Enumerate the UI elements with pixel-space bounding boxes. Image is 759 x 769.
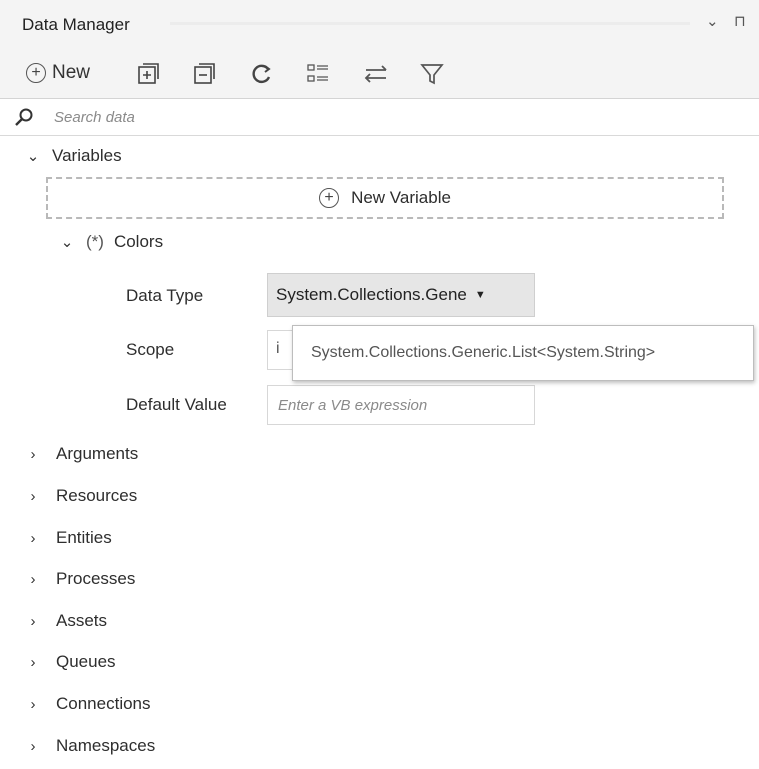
collapse-chevron-icon[interactable]: ⌄: [706, 12, 719, 30]
chevron-right-icon: ›: [30, 695, 36, 713]
data-type-value: System.Collections.Gene: [276, 285, 467, 304]
tree-node-variable-colors[interactable]: ⌄ (*) Colors: [58, 232, 163, 252]
data-type-select[interactable]: System.Collections.Gene ▼: [267, 273, 535, 317]
tree-node-processes[interactable]: › Processes: [24, 569, 136, 589]
new-button[interactable]: + New: [26, 60, 90, 86]
tree-node-assets[interactable]: › Assets: [24, 611, 108, 631]
chevron-right-icon: ›: [30, 445, 36, 463]
variable-name: Colors: [113, 232, 164, 251]
section-label: Processes: [56, 569, 136, 588]
section-label: Assets: [56, 611, 108, 630]
chevron-right-icon: ›: [30, 612, 36, 630]
search-input[interactable]: [54, 105, 744, 129]
chevron-down-icon: ⌄: [26, 148, 40, 165]
add-icon: +: [26, 63, 46, 83]
data-type-label: Data Type: [126, 286, 204, 305]
pin-icon[interactable]: ⊓: [734, 12, 746, 30]
variable-icon: (*): [86, 232, 104, 251]
title-divider: [170, 22, 690, 25]
chevron-right-icon: ›: [30, 653, 36, 671]
panel-title: Data Manager: [22, 15, 130, 34]
tree-node-entities[interactable]: › Entities: [24, 528, 112, 548]
search-icon: [14, 107, 34, 127]
section-label: Queues: [56, 652, 116, 671]
new-variable-label: New Variable: [351, 188, 451, 207]
toolbar: + New: [0, 50, 759, 99]
search-bar: [0, 99, 759, 136]
section-label: Entities: [56, 528, 112, 547]
chevron-right-icon: ›: [30, 487, 36, 505]
tree-node-resources[interactable]: › Resources: [24, 486, 138, 506]
section-label: Namespaces: [56, 736, 156, 755]
default-value-input[interactable]: [267, 385, 535, 425]
chevron-down-icon: ⌄: [60, 234, 74, 251]
section-label: Arguments: [56, 444, 139, 463]
default-value-label: Default Value: [126, 395, 227, 414]
list-view-icon[interactable]: [304, 60, 332, 88]
variables-label: Variables: [52, 146, 122, 165]
scope-value: i: [276, 340, 280, 357]
chevron-right-icon: ›: [30, 737, 36, 755]
section-label: Resources: [56, 486, 138, 505]
scope-label: Scope: [126, 340, 175, 359]
refresh-icon[interactable]: [248, 60, 276, 88]
add-icon: +: [319, 188, 340, 208]
chevron-right-icon: ›: [30, 529, 36, 547]
panel-titlebar: Data Manager ⌄ ⊓: [0, 0, 759, 50]
tree-node-connections[interactable]: › Connections: [24, 694, 151, 714]
tree-node-namespaces[interactable]: › Namespaces: [24, 736, 156, 756]
sort-icon[interactable]: [362, 60, 390, 88]
new-variable-button[interactable]: + New Variable: [46, 177, 724, 219]
new-button-label: New: [52, 62, 91, 83]
collapse-all-icon[interactable]: [190, 60, 218, 88]
dropdown-arrow-icon: ▼: [474, 289, 486, 301]
expand-all-icon[interactable]: [134, 60, 162, 88]
tree-node-queues[interactable]: › Queues: [24, 652, 116, 672]
chevron-right-icon: ›: [30, 570, 36, 588]
filter-icon[interactable]: [418, 60, 446, 88]
tree-node-variables[interactable]: ⌄ Variables: [24, 146, 122, 166]
tree-node-arguments[interactable]: › Arguments: [24, 444, 139, 464]
section-label: Connections: [56, 694, 151, 713]
dropdown-option-label: System.Collections.Generic.List<System.S…: [311, 344, 656, 361]
data-type-dropdown-option[interactable]: System.Collections.Generic.List<System.S…: [292, 325, 754, 381]
